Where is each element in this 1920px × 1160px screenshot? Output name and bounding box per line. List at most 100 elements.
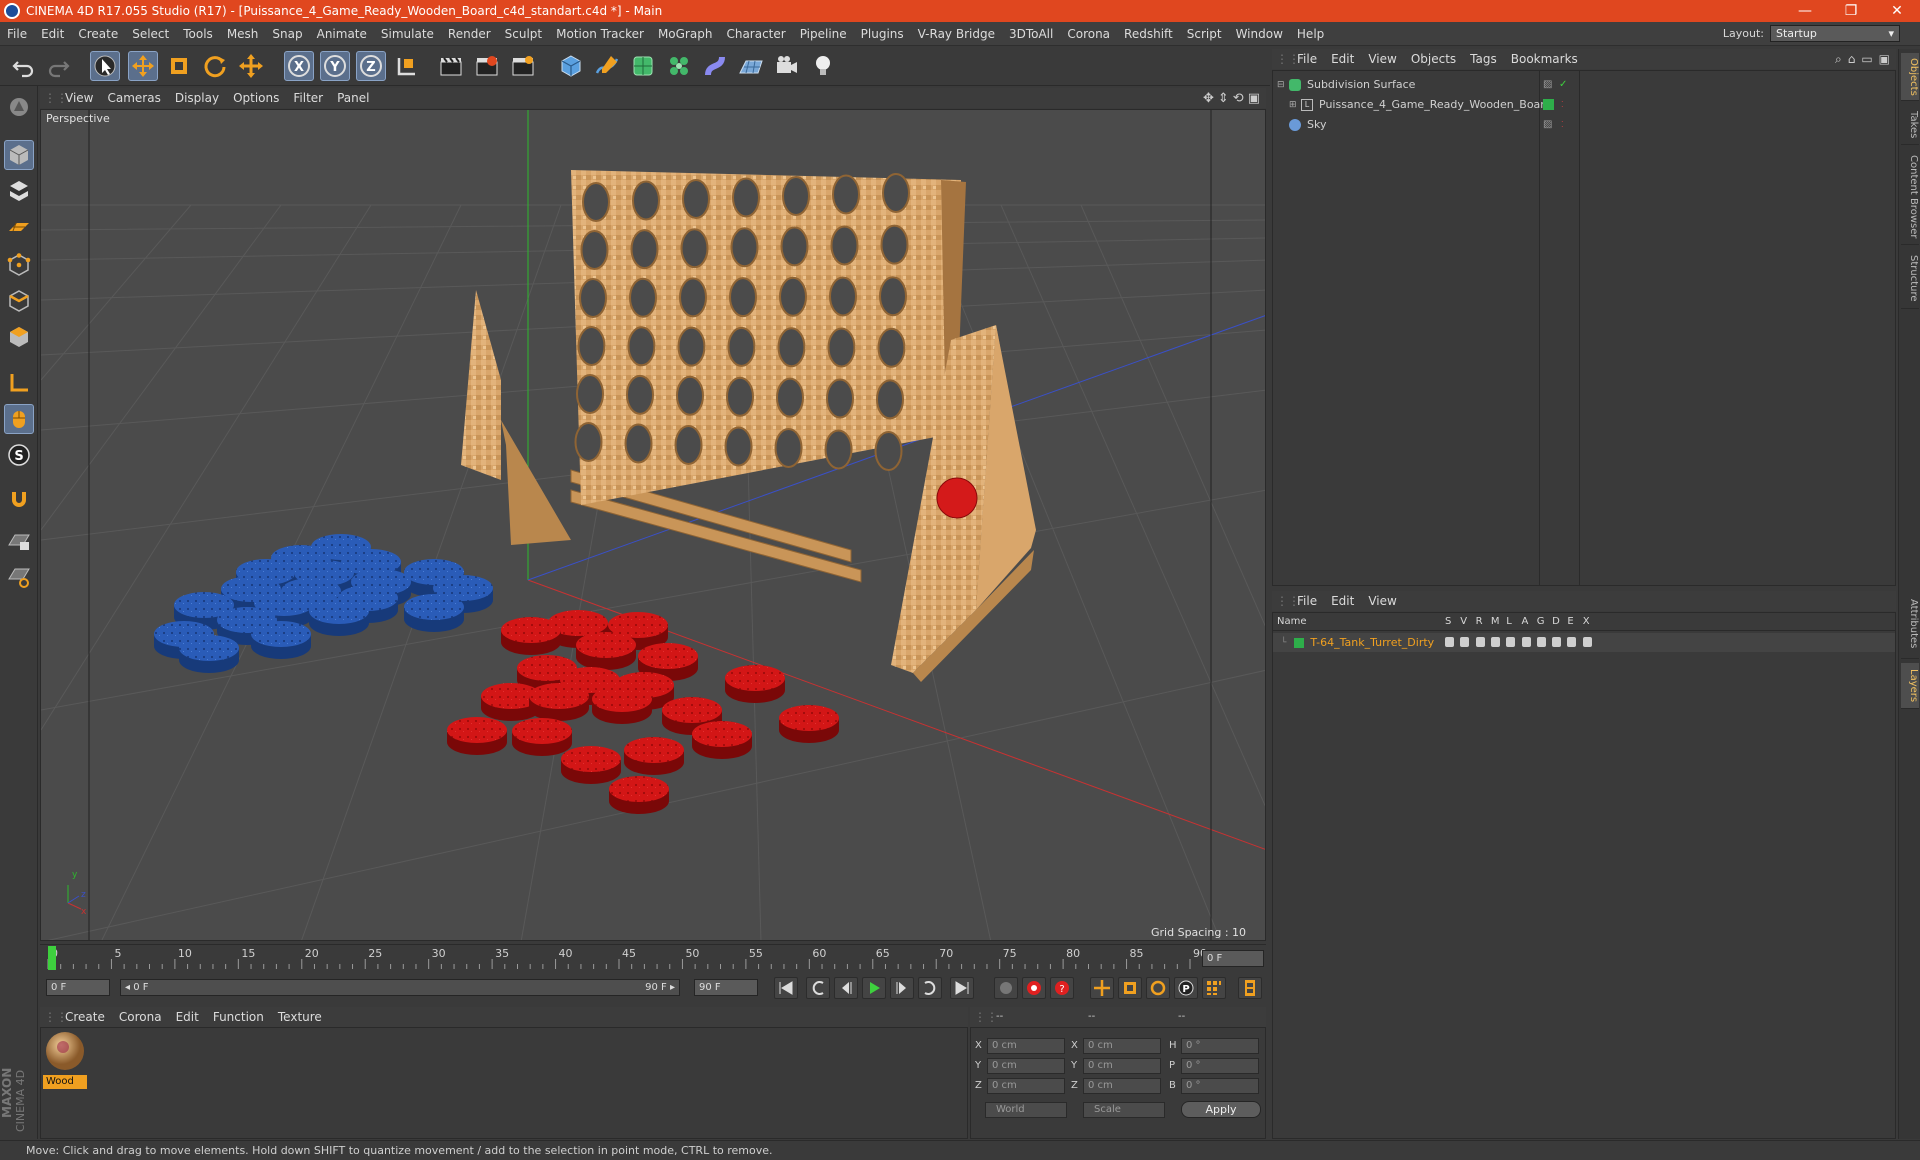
close-button[interactable]: ✕ <box>1874 0 1920 22</box>
key-position-button[interactable] <box>1090 977 1114 999</box>
snap-button[interactable]: S <box>4 440 34 470</box>
object-menu-tags[interactable]: Tags <box>1463 49 1504 69</box>
key-scale-button[interactable] <box>1118 977 1142 999</box>
position-z-field[interactable]: 0 cm <box>987 1078 1065 1094</box>
key-parameter-button[interactable]: P <box>1174 977 1198 999</box>
rotation-p-field[interactable]: 0 ° <box>1181 1058 1259 1074</box>
undo-button[interactable] <box>8 51 38 81</box>
visibility-dots-icon[interactable]: ⁚ <box>1561 100 1564 109</box>
layer-color-icon[interactable] <box>1543 99 1554 110</box>
object-row-sky[interactable]: Sky ▨ ⁚ <box>1273 115 1895 134</box>
new-view-icon[interactable]: ▭ <box>1861 52 1872 66</box>
menu-motion-tracker[interactable]: Motion Tracker <box>549 22 651 46</box>
layer-menu-file[interactable]: File <box>1290 591 1324 611</box>
current-frame-field[interactable]: 0 F <box>1202 950 1264 967</box>
end-frame-field[interactable]: 90 F <box>694 979 758 996</box>
viewport-menu-panel[interactable]: Panel <box>330 88 376 108</box>
red-piece[interactable] <box>609 776 669 814</box>
size-y-field[interactable]: 0 cm <box>1083 1058 1161 1074</box>
start-frame-field[interactable]: 0 F <box>46 979 110 996</box>
viewport-menu-options[interactable]: Options <box>226 88 286 108</box>
rotation-h-field[interactable]: 0 ° <box>1181 1038 1259 1054</box>
previous-frame-button[interactable] <box>834 977 858 999</box>
tweak-mode-button[interactable] <box>4 404 34 434</box>
menu-render[interactable]: Render <box>441 22 498 46</box>
visibility-dots-icon[interactable]: ⁚ <box>1561 120 1564 129</box>
layer-flag-toggle-e[interactable] <box>1567 637 1577 647</box>
timeline[interactable]: 051015202530354045505560657075808590 0 F <box>40 944 1266 972</box>
edges-mode-button[interactable] <box>4 286 34 316</box>
viewport-rotate-icon[interactable]: ⟲ <box>1233 91 1244 106</box>
menu-vray-bridge[interactable]: V-Ray Bridge <box>911 22 1002 46</box>
render-picture-viewer-button[interactable] <box>472 51 502 81</box>
viewport-menu-view[interactable]: View <box>58 88 100 108</box>
material-menu-edit[interactable]: Edit <box>169 1007 206 1027</box>
menu-mesh[interactable]: Mesh <box>220 22 266 46</box>
layer-flag-toggle-v[interactable] <box>1460 637 1470 647</box>
menu-redshift[interactable]: Redshift <box>1117 22 1180 46</box>
redo-button[interactable] <box>44 51 74 81</box>
menu-animate[interactable]: Animate <box>310 22 374 46</box>
viewport-dolly-icon[interactable]: ⇕ <box>1218 91 1229 106</box>
key-rotation-button[interactable] <box>1146 977 1170 999</box>
blue-piece[interactable] <box>404 594 464 632</box>
expand-icon[interactable]: ⊞ <box>1289 100 1301 110</box>
menu-snap[interactable]: Snap <box>265 22 309 46</box>
menu-plugins[interactable]: Plugins <box>854 22 911 46</box>
key-pla-button[interactable] <box>1202 977 1226 999</box>
timeline-layout-button[interactable] <box>1238 977 1262 999</box>
mograph-cloner-button[interactable] <box>664 51 694 81</box>
menu-script[interactable]: Script <box>1180 22 1229 46</box>
keyframe-selection-button[interactable]: ? <box>1050 977 1074 999</box>
edit-check-icon[interactable]: ▨ <box>1543 119 1552 130</box>
red-piece[interactable] <box>779 705 839 743</box>
menu-select[interactable]: Select <box>125 22 176 46</box>
light-button[interactable] <box>808 51 838 81</box>
layer-flag-toggle-d[interactable] <box>1552 637 1562 647</box>
viewport-move-icon[interactable]: ✥ <box>1203 91 1214 106</box>
red-piece[interactable] <box>512 718 572 756</box>
perspective-viewport[interactable]: Perspective Grid Spacing : 10 cm y x z <box>40 109 1266 941</box>
collapse-icon[interactable]: ⊟ <box>1277 80 1289 90</box>
magnet-button[interactable] <box>4 484 34 514</box>
panel-maximize-icon[interactable]: ▣ <box>1879 52 1890 66</box>
planar-workplane-button[interactable] <box>4 562 34 592</box>
menu-3dtoall[interactable]: 3DToAll <box>1002 22 1060 46</box>
home-icon[interactable]: ⌂ <box>1848 52 1856 66</box>
viewport-maximize-icon[interactable]: ▣ <box>1248 91 1260 106</box>
red-piece[interactable] <box>529 683 589 721</box>
tab-takes[interactable]: Takes <box>1901 105 1919 145</box>
layer-menu-view[interactable]: View <box>1361 591 1403 611</box>
recent-tools-button[interactable] <box>236 51 266 81</box>
previous-key-button[interactable] <box>806 977 830 999</box>
material-menu-function[interactable]: Function <box>206 1007 271 1027</box>
object-menu-bookmarks[interactable]: Bookmarks <box>1504 49 1585 69</box>
record-keys-button[interactable] <box>994 977 1018 999</box>
wooden-board-model[interactable] <box>461 170 1036 682</box>
menu-simulate[interactable]: Simulate <box>374 22 441 46</box>
workplane-mode-button[interactable] <box>4 212 34 242</box>
menu-corona[interactable]: Corona <box>1060 22 1117 46</box>
menu-create[interactable]: Create <box>71 22 125 46</box>
red-piece[interactable] <box>447 717 507 755</box>
position-y-field[interactable]: 0 cm <box>987 1058 1065 1074</box>
menu-tools[interactable]: Tools <box>176 22 220 46</box>
material-swatch[interactable]: Wood <box>43 1030 87 1089</box>
coordinate-space-dropdown[interactable]: World <box>985 1102 1067 1118</box>
red-piece[interactable] <box>576 632 636 670</box>
make-editable-button[interactable] <box>4 92 34 122</box>
size-x-field[interactable]: 0 cm <box>1083 1038 1161 1054</box>
camera-button[interactable] <box>772 51 802 81</box>
rotate-tool-button[interactable] <box>200 51 230 81</box>
object-menu-objects[interactable]: Objects <box>1404 49 1463 69</box>
viewport-scene[interactable] <box>41 110 1266 941</box>
subdivision-surface-button[interactable] <box>628 51 658 81</box>
viewport-menu-cameras[interactable]: Cameras <box>100 88 167 108</box>
menu-file[interactable]: File <box>0 22 34 46</box>
model-mode-button[interactable] <box>4 140 34 170</box>
menu-character[interactable]: Character <box>719 22 792 46</box>
layer-flag-toggle-g[interactable] <box>1536 637 1546 647</box>
red-piece[interactable] <box>624 737 684 775</box>
y-axis-button[interactable]: Y <box>320 51 350 81</box>
axis-mode-button[interactable] <box>4 368 34 398</box>
